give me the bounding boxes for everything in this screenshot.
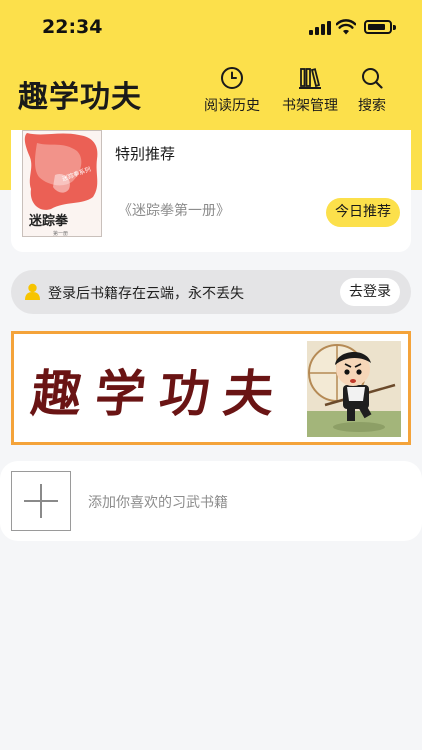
battery-tip <box>393 25 396 30</box>
kungfu-character-illustration <box>307 341 401 437</box>
recommendation-heading: 特别推荐 <box>115 145 176 163</box>
book-cover-art: 迷踪拳系列 迷踪拳 第一册 <box>23 131 101 237</box>
promo-banner[interactable]: 趣学功夫 <box>11 331 411 445</box>
book-cover[interactable]: 迷踪拳系列 迷踪拳 第一册 <box>22 130 102 237</box>
search-button[interactable]: 搜索 <box>338 66 406 116</box>
wifi-icon <box>336 19 356 35</box>
add-book-button[interactable] <box>11 471 71 531</box>
reading-history-button[interactable]: 阅读历史 <box>198 66 266 116</box>
recommended-book-title[interactable]: 《迷踪拳第一册》 <box>118 200 230 220</box>
today-recommend-button[interactable]: 今日推荐 <box>326 198 400 227</box>
cover-volume-text: 第一册 <box>53 230 68 237</box>
login-button[interactable]: 去登录 <box>340 278 400 306</box>
battery-icon <box>364 20 392 34</box>
add-book-prompt: 添加你喜欢的习武书籍 <box>88 495 228 511</box>
reading-history-label: 阅读历史 <box>204 98 260 114</box>
login-prompt-text: 登录后书籍存在云端，永不丢失 <box>48 286 244 302</box>
cover-title-text: 迷踪拳 <box>28 213 69 229</box>
search-icon <box>362 68 383 89</box>
search-label: 搜索 <box>358 98 386 114</box>
bookshelf-manage-label: 书架管理 <box>282 98 338 114</box>
app-title: 趣学功夫 <box>18 80 142 115</box>
user-icon <box>25 283 40 300</box>
bookshelf-icon <box>299 68 321 89</box>
status-bar: 22:34 <box>0 0 422 56</box>
cellular-signal-icon <box>309 21 331 35</box>
bookshelf-manage-button[interactable]: 书架管理 <box>276 66 344 116</box>
status-time: 22:34 <box>42 16 103 38</box>
clock-icon <box>221 67 243 89</box>
banner-title: 趣学功夫 <box>28 364 291 423</box>
